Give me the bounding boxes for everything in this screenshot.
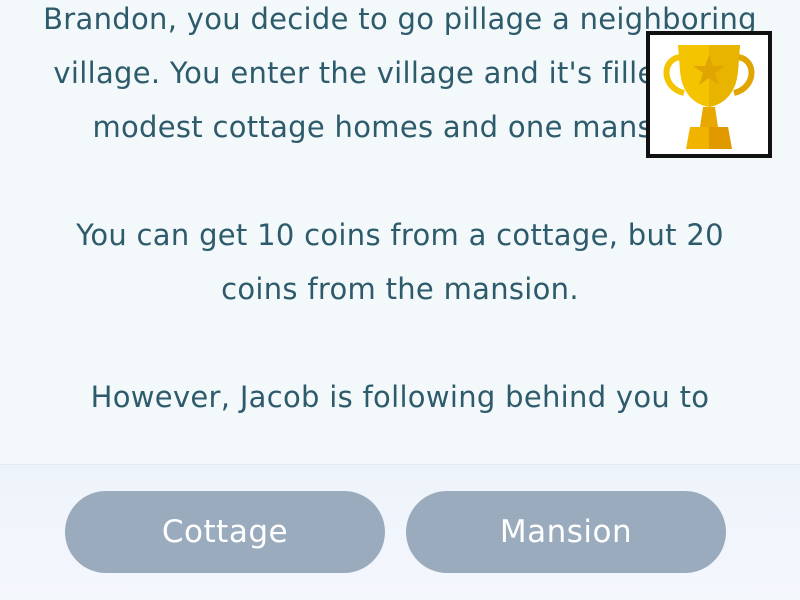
story-paragraph: You can get 10 coins from a cottage, but…: [76, 218, 724, 306]
trophy-stem: [700, 107, 718, 127]
cottage-button[interactable]: Cottage: [65, 491, 385, 573]
choice-bar: Cottage Mansion: [0, 464, 800, 600]
trophy-badge: [646, 31, 772, 158]
mansion-button[interactable]: Mansion: [406, 491, 726, 573]
trophy-icon: [663, 45, 755, 149]
story-paragraph: However, Jacob is following behind you t…: [90, 380, 710, 414]
